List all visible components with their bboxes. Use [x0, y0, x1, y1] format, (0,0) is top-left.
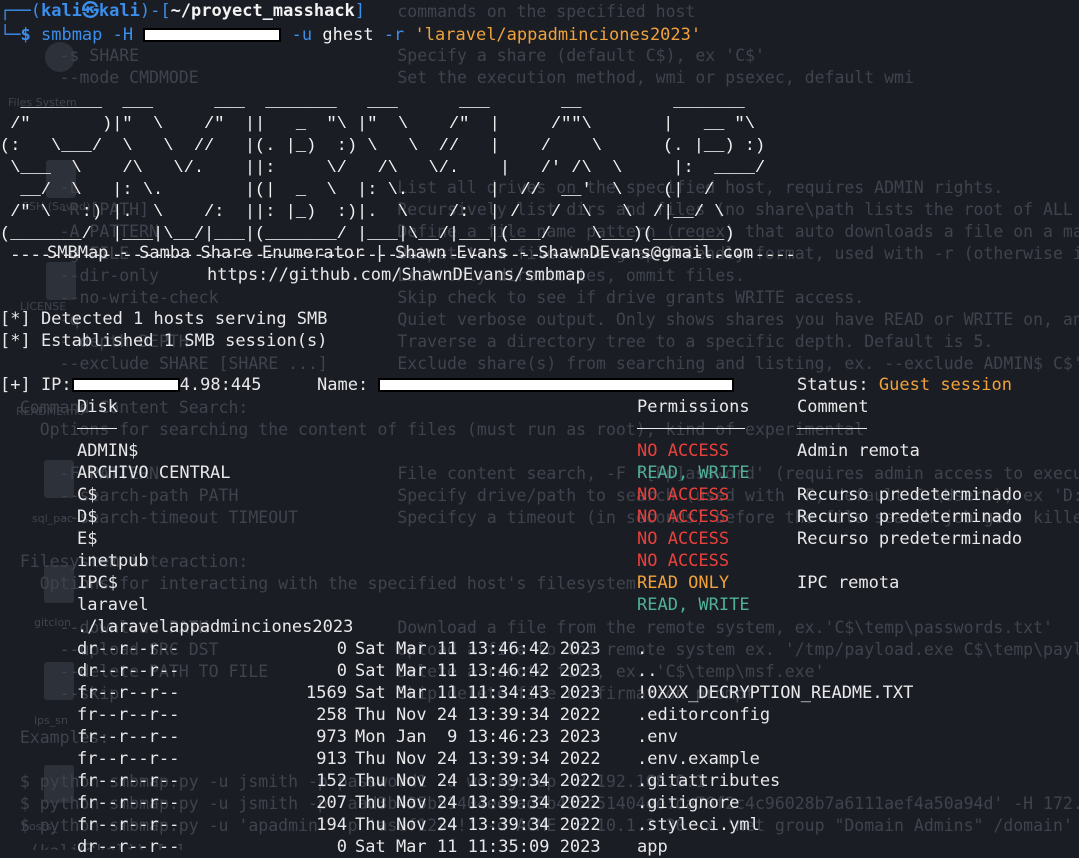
share-comment: Admin remota — [797, 441, 920, 461]
file-name: .styleci.yml — [637, 815, 760, 835]
share-permission: NO ACCESS — [637, 485, 730, 505]
status-line-session: [*] Established 1 SMB session(s) — [0, 331, 328, 351]
file-mode: dr--r--r-- — [77, 639, 180, 659]
file-name: !0XXX_DECRYPTION_README.TXT — [637, 683, 914, 703]
file-name: . — [637, 639, 648, 659]
share-permission: NO ACCESS — [637, 441, 730, 461]
file-mode: fr--r--r-- — [77, 771, 180, 791]
share-permission: READ, WRITE — [637, 463, 750, 483]
file-size: 1569 — [306, 683, 347, 703]
file-date: Thu Nov 24 13:39:34 2022 — [355, 815, 601, 835]
file-name: .env — [637, 727, 678, 747]
share-comment: Recurso predeterminado — [797, 507, 1023, 527]
share-permission: READ ONLY — [637, 573, 730, 593]
share-permission: NO ACCESS — [637, 507, 730, 527]
share-comment: Recurso predeterminado — [797, 485, 1023, 505]
file-mode: dr--r--r-- — [77, 661, 180, 681]
header-disk: Disk — [77, 397, 118, 417]
share-comment: IPC remota — [797, 573, 900, 593]
file-size: 152 — [316, 771, 347, 791]
header-underline — [797, 428, 867, 429]
file-date: Thu Nov 24 13:39:34 2022 — [355, 771, 601, 791]
header-underline — [77, 428, 117, 429]
redacted-host — [143, 28, 282, 42]
file-mode: fr--r--r-- — [77, 683, 180, 703]
header-permissions: Permissions — [637, 397, 750, 417]
file-size: 973 — [316, 727, 347, 747]
file-mode: fr--r--r-- — [77, 749, 180, 769]
file-date: Thu Nov 24 13:39:34 2022 — [355, 749, 601, 769]
file-date: Thu Nov 24 13:39:34 2022 — [355, 705, 601, 725]
share-name: D$ — [77, 507, 98, 527]
file-date: Sat Mar 11 13:46:42 2023 — [355, 661, 601, 681]
file-mode: fr--r--r-- — [77, 705, 180, 725]
header-underline — [637, 428, 745, 429]
file-size: 0 — [336, 837, 347, 857]
share-permission: READ, WRITE — [637, 595, 750, 615]
share-permission: NO ACCESS — [637, 551, 730, 571]
prompt-line-1: ┌──(kali㉿kali)-[~/proyect_masshack] — [0, 1, 366, 21]
file-date: Thu Nov 24 13:39:34 2022 — [355, 793, 601, 813]
command-line: └─$ smbmap -H -u ghest -r 'laravel/appad… — [0, 25, 702, 45]
file-date: Sat Mar 11 11:35:09 2023 — [355, 837, 601, 857]
share-name: laravel — [77, 595, 149, 615]
file-size: 0 — [336, 661, 347, 681]
file-name: .env.example — [637, 749, 760, 769]
status-line-detected: [*] Detected 1 hosts serving SMB — [0, 309, 328, 329]
file-date: Mon Jan 9 13:46:23 2023 — [355, 727, 601, 747]
terminal-output[interactable]: ┌──(kali㉿kali)-[~/proyect_masshack] └─$ … — [0, 0, 1079, 857]
share-name: inetpub — [77, 551, 149, 571]
share-name: C$ — [77, 485, 98, 505]
file-size: 207 — [316, 793, 347, 813]
file-size: 0 — [336, 639, 347, 659]
share-permission: NO ACCESS — [637, 529, 730, 549]
share-name: ARCHIVO CENTRAL — [77, 463, 231, 483]
banner-tagline: SMBMap - Samba Share Enumerator | Shawn … — [47, 243, 754, 263]
redacted-ip — [71, 378, 180, 392]
banner-url: https://github.com/ShawnDEvans/smbmap — [207, 265, 586, 285]
redacted-hostname — [378, 378, 735, 392]
share-name: IPC$ — [77, 573, 118, 593]
file-date: Sat Mar 11 13:46:42 2023 — [355, 639, 601, 659]
file-date: Sat Mar 11 11:34:43 2023 — [355, 683, 601, 703]
file-size: 194 — [316, 815, 347, 835]
file-name: .gitignore — [637, 793, 740, 813]
host-name: Name: — [317, 374, 735, 396]
directory-path: ./laravelappadminciones2023 — [77, 617, 354, 637]
share-comment: Recurso predeterminado — [797, 529, 1023, 549]
file-size: 258 — [316, 705, 347, 725]
header-comment: Comment — [797, 397, 869, 417]
host-status: Status: Guest session — [797, 375, 1012, 395]
host-line: [+] IP: 4.98:445 — [0, 375, 262, 395]
file-mode: fr--r--r-- — [77, 793, 180, 813]
status-value: Guest session — [878, 375, 1012, 395]
share-name: ADMIN$ — [77, 441, 139, 461]
file-name: app — [637, 837, 668, 857]
share-name: E$ — [77, 529, 98, 549]
file-name: .. — [637, 661, 658, 681]
file-mode: fr--r--r-- — [77, 815, 180, 835]
file-name: .gitattributes — [637, 771, 781, 791]
file-mode: dr--r--r-- — [77, 837, 180, 857]
file-size: 913 — [316, 749, 347, 769]
file-name: .editorconfig — [637, 705, 771, 725]
file-mode: fr--r--r-- — [77, 727, 180, 747]
